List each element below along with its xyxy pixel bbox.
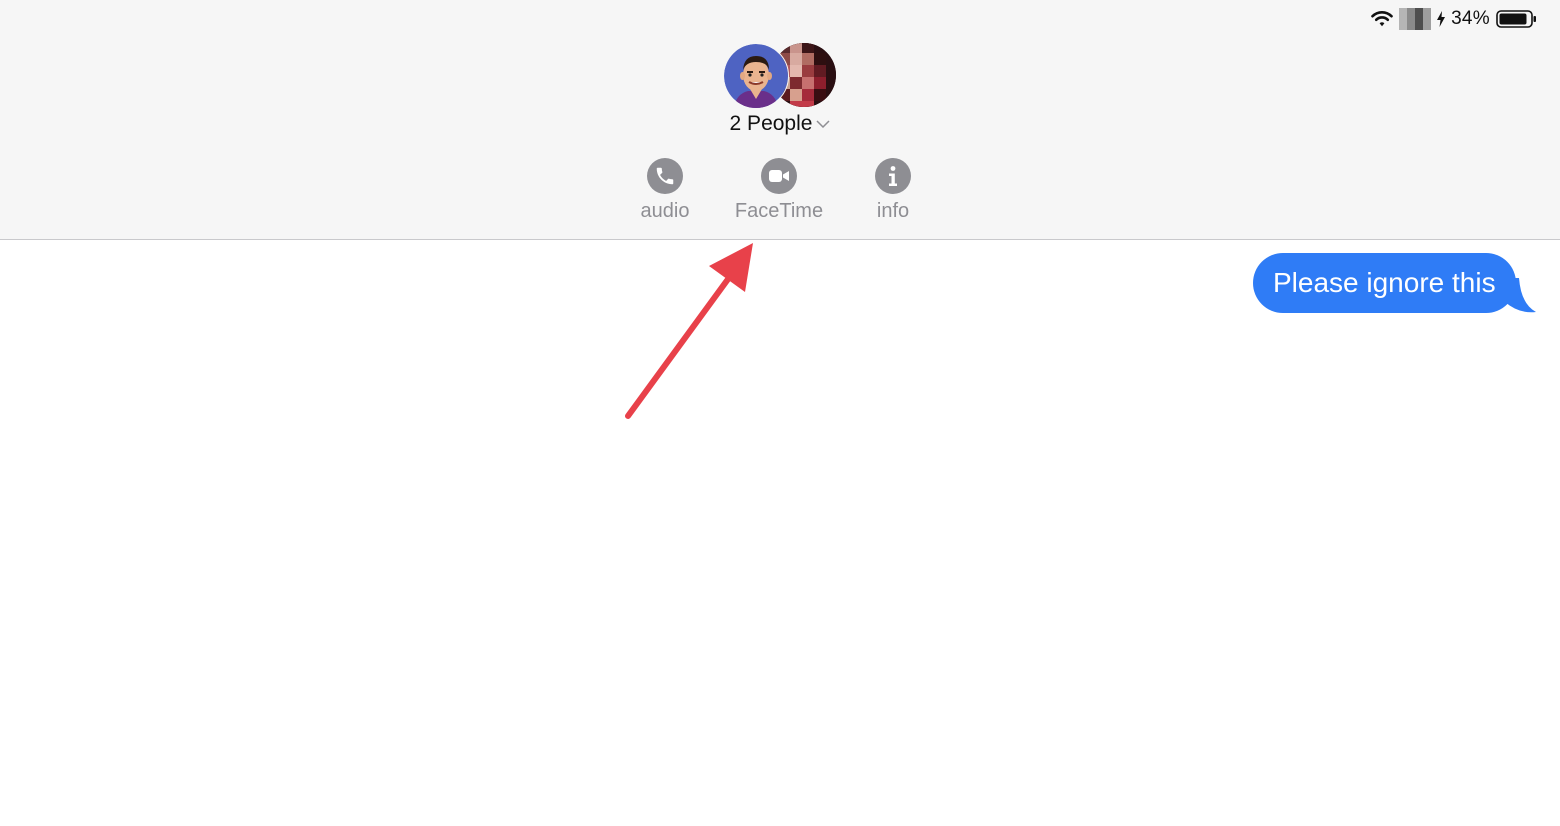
audio-label: audio <box>640 200 690 222</box>
wifi-icon <box>1371 11 1393 27</box>
status-bar: 34% <box>1371 6 1538 32</box>
battery-percent: 34% <box>1451 8 1490 29</box>
pixelated-status-icon <box>1399 8 1432 30</box>
chevron-down-icon <box>816 120 830 129</box>
group-avatars[interactable] <box>723 43 838 109</box>
info-label: info <box>876 200 910 222</box>
info-icon <box>875 158 911 194</box>
avatar-cartoon-man[interactable] <box>723 43 789 109</box>
battery-icon <box>1496 10 1536 28</box>
facetime-label: FaceTime <box>734 200 824 222</box>
facetime-button[interactable]: FaceTime <box>724 158 834 223</box>
group-title-button[interactable]: 2 People <box>700 112 860 136</box>
info-button[interactable]: info <box>838 158 948 223</box>
group-title: 2 People <box>729 112 813 135</box>
audio-button[interactable]: audio <box>610 158 720 223</box>
conversation-header: 34% 2 People audio FaceTime info <box>0 0 1560 240</box>
bubble-tail <box>1505 278 1536 313</box>
video-camera-icon <box>761 158 797 194</box>
phone-icon <box>647 158 683 194</box>
message-bubble-sent[interactable]: Please ignore this <box>1253 253 1516 313</box>
annotation-arrow <box>625 243 753 419</box>
charging-icon <box>1437 11 1446 27</box>
